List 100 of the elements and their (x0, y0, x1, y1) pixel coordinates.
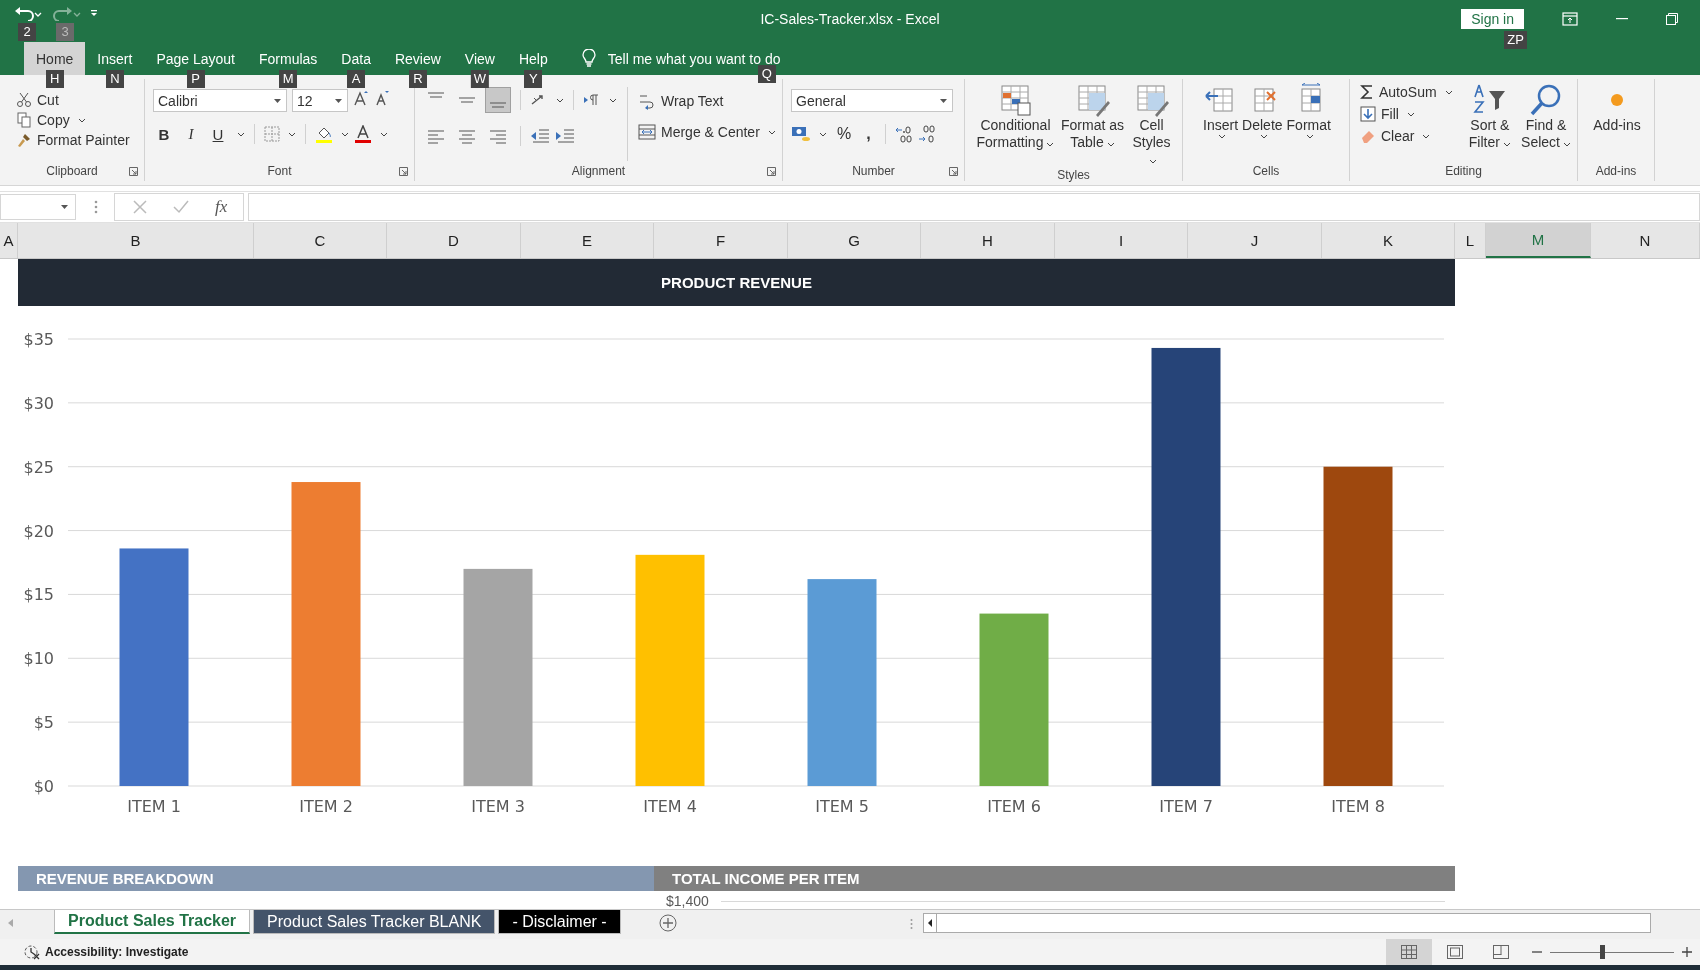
caret-icon (1046, 142, 1055, 147)
cells-button[interactable]: Format (1286, 83, 1331, 139)
check-icon[interactable] (173, 200, 189, 214)
styles-button[interactable]: Conditional Formatting (975, 83, 1056, 151)
add-ins-button[interactable]: Add-ins (1593, 83, 1641, 134)
zoom-slider-thumb[interactable] (1600, 945, 1606, 959)
font-color-icon[interactable] (354, 125, 372, 143)
dialog-launcher-icon[interactable] (129, 167, 138, 176)
merge-center-button[interactable]: Merge & Center (636, 123, 778, 141)
grow-font-icon[interactable] (353, 89, 369, 106)
wrap-text-button[interactable]: Wrap Text (636, 91, 726, 111)
find-select-button[interactable]: Find & Select (1521, 83, 1571, 151)
column-header[interactable]: M (1486, 223, 1591, 258)
scissors-icon (16, 92, 32, 108)
column-header[interactable]: G (788, 223, 921, 258)
cells-button[interactable]: Insert (1203, 83, 1239, 139)
caret-icon[interactable] (237, 131, 245, 137)
accessibility-status[interactable]: Accessibility: Investigate (45, 945, 189, 959)
keytip: W (470, 70, 490, 88)
column-header[interactable]: I (1055, 223, 1188, 258)
axis-label: $35 (23, 330, 54, 349)
column-header[interactable]: A (0, 223, 18, 258)
caret-icon[interactable] (819, 131, 827, 137)
dialog-launcher-icon[interactable] (399, 167, 408, 176)
keytip: A (347, 70, 366, 88)
decrease-decimal-icon[interactable] (917, 125, 936, 143)
sheet-tab[interactable]: Product Sales Tracker BLANK (253, 910, 496, 934)
font-size-field[interactable]: 12 (292, 89, 348, 112)
bold-button[interactable]: B (153, 125, 175, 143)
accessibility-icon[interactable] (23, 944, 41, 960)
column-header[interactable]: D (387, 223, 521, 258)
sign-in-button[interactable]: Sign in (1461, 9, 1524, 29)
group-label: Cells (1252, 164, 1280, 178)
restore-icon[interactable] (1666, 13, 1678, 25)
caret-icon[interactable] (556, 97, 564, 103)
dropdown-arrow-icon (61, 205, 68, 209)
autosum-button[interactable]: AutoSum (1358, 83, 1455, 101)
column-header[interactable]: N (1591, 223, 1700, 258)
tell-me-field[interactable]: Tell me what you want to do (607, 50, 818, 67)
shrink-font-icon[interactable] (374, 89, 390, 106)
copy-button[interactable]: Copy (14, 111, 88, 129)
styles-button[interactable]: Cell Styles (1129, 83, 1174, 168)
window-title: IC-Sales-Tracker.xlsx - Excel (760, 11, 940, 27)
page-break-icon (1493, 945, 1509, 959)
column-header[interactable]: C (254, 223, 387, 258)
number-format-field[interactable]: General (791, 89, 953, 112)
caret-icon[interactable] (380, 131, 388, 137)
category-label: ITEM 3 (471, 797, 525, 816)
increase-indent-icon[interactable] (555, 127, 575, 145)
column-header[interactable]: K (1322, 223, 1455, 258)
search-icon (1529, 83, 1563, 117)
category-label: ITEM 1 (127, 797, 181, 816)
horizontal-scrollbar[interactable] (922, 913, 1651, 933)
group-label: Add-ins (1595, 164, 1637, 178)
caret-icon (1149, 159, 1157, 164)
undo-icon[interactable] (14, 7, 44, 21)
format-painter-button[interactable]: Format Painter (14, 131, 132, 149)
group-label: Font (267, 164, 292, 178)
currency-icon[interactable] (791, 125, 811, 143)
customize-icon[interactable] (90, 10, 98, 18)
formula-input[interactable] (248, 193, 1700, 221)
keytip: Q (757, 64, 776, 83)
caret-icon (1306, 134, 1315, 139)
column-header[interactable]: H (921, 223, 1055, 258)
sheet-tab[interactable]: - Disclaimer - (498, 910, 621, 934)
column-header[interactable]: F (654, 223, 788, 258)
percent-style-button[interactable]: % (832, 125, 857, 143)
cut-button[interactable]: Cut (14, 91, 61, 109)
caret-icon[interactable] (288, 131, 296, 137)
dialog-launcher-icon[interactable] (949, 167, 958, 176)
cells-button[interactable]: Delete (1242, 83, 1283, 139)
sheet-tab[interactable]: Product Sales Tracker (54, 910, 251, 934)
caret-icon[interactable] (609, 97, 617, 103)
caret-icon[interactable] (341, 131, 349, 137)
caret-icon (1422, 133, 1431, 139)
ribbon-display-icon[interactable] (1562, 12, 1578, 26)
underline-button[interactable]: U (207, 125, 229, 143)
italic-button[interactable]: I (180, 125, 202, 143)
paragraph-direction-icon[interactable] (583, 93, 601, 107)
zoom-in-icon[interactable] (1682, 947, 1692, 957)
column-header[interactable]: B (18, 223, 254, 258)
dialog-launcher-icon[interactable] (767, 167, 776, 176)
axis-label: $1,400 (666, 893, 709, 909)
grip-icon[interactable] (909, 918, 913, 930)
comma-style-button[interactable]: , (861, 125, 876, 143)
column-header[interactable]: J (1188, 223, 1322, 258)
ribbon-tab[interactable]: Home (24, 42, 86, 75)
insert-function-button[interactable]: fx (215, 197, 228, 217)
font-name-field[interactable]: Calibri (153, 89, 287, 112)
column-header[interactable]: E (521, 223, 654, 258)
fill-button[interactable]: Fill (1358, 105, 1417, 123)
minimize-icon[interactable] (1616, 18, 1628, 20)
view-button[interactable] (1386, 939, 1432, 965)
increase-decimal-icon[interactable] (894, 125, 913, 143)
fill-color-icon[interactable] (315, 125, 333, 143)
sort-filter-button[interactable]: Sort & Filter (1466, 83, 1513, 151)
decrease-indent-icon[interactable] (530, 127, 550, 145)
add-sheet-icon[interactable] (658, 914, 677, 932)
styles-button[interactable]: Format as Table (1059, 83, 1126, 151)
clear-button[interactable]: Clear (1358, 127, 1433, 145)
